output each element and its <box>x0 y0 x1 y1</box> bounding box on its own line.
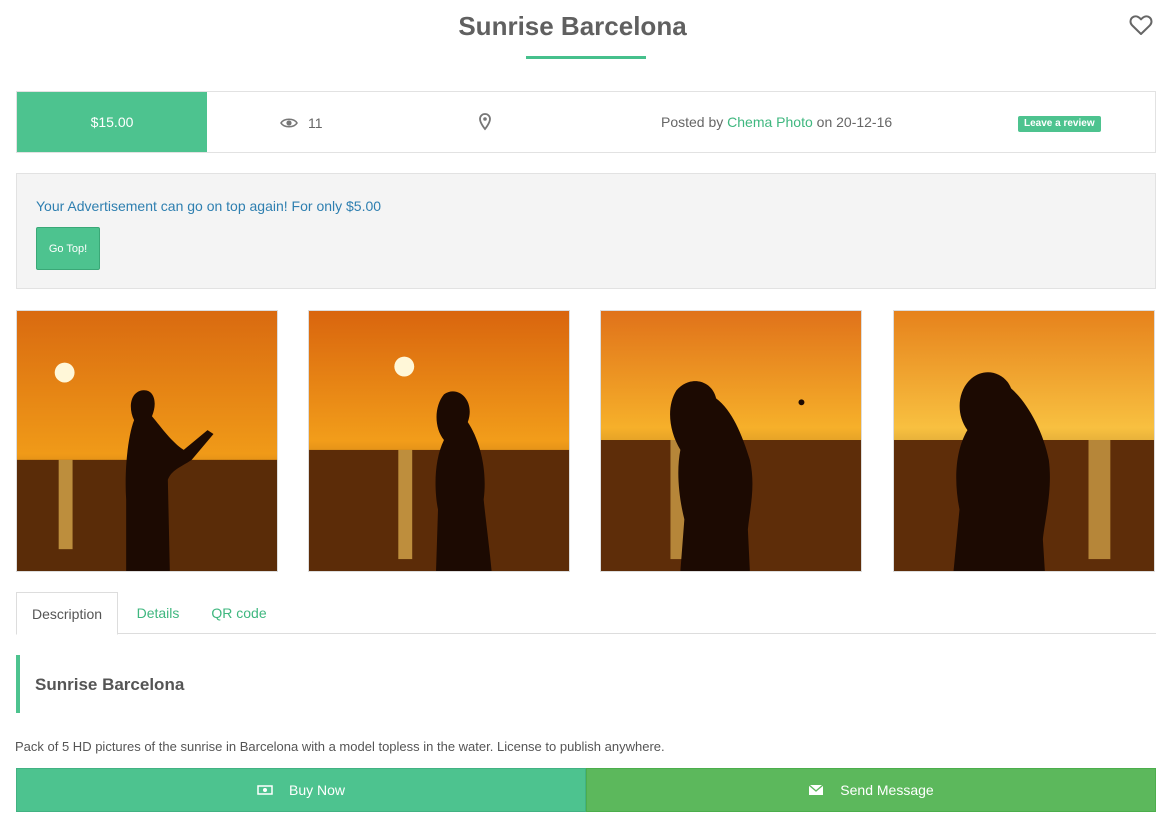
price-badge: $15.00 <box>17 92 207 152</box>
description-heading-block: Sunrise Barcelona <box>16 655 1156 713</box>
title-area: Sunrise Barcelona <box>0 0 1161 70</box>
sunset-silhouette-image <box>17 311 277 571</box>
location-link[interactable] <box>479 113 493 131</box>
views-counter: 11 <box>280 113 323 133</box>
buy-now-button[interactable]: Buy Now <box>16 768 586 812</box>
action-buttons: Buy Now Send Message <box>16 768 1156 812</box>
gallery-image[interactable] <box>893 310 1155 572</box>
description-title: Sunrise Barcelona <box>35 675 185 694</box>
money-icon <box>257 785 273 795</box>
listing-info-bar: $15.00 11 Posted by Chema Photo on 20-12… <box>16 91 1156 153</box>
description-text: Pack of 5 HD pictures of the sunrise in … <box>15 739 665 754</box>
posted-date: on 20-12-16 <box>816 114 893 130</box>
sunset-silhouette-image <box>309 311 569 571</box>
tab-description[interactable]: Description <box>16 592 118 635</box>
title-underline <box>526 56 646 59</box>
author-link[interactable]: Chema Photo <box>727 114 813 130</box>
posted-prefix: Posted by <box>661 114 724 130</box>
promote-panel: Your Advertisement can go on top again! … <box>16 173 1156 289</box>
go-top-button[interactable]: Go Top! <box>36 227 100 270</box>
buy-now-label: Buy Now <box>288 782 346 798</box>
map-pin-icon <box>479 113 491 131</box>
gallery-image[interactable] <box>308 310 570 572</box>
detail-tabs: Description Details QR code <box>16 592 1156 635</box>
heart-outline-icon <box>1129 15 1153 35</box>
envelope-icon <box>808 784 824 795</box>
eye-icon <box>280 118 298 128</box>
sunset-silhouette-image <box>894 311 1154 571</box>
send-message-button[interactable]: Send Message <box>586 768 1156 812</box>
gallery-image[interactable] <box>600 310 862 572</box>
posted-by: Posted by Chema Photo on 20-12-16 <box>661 114 892 130</box>
page-title: Sunrise Barcelona <box>458 11 687 41</box>
sunset-silhouette-image <box>601 311 861 571</box>
gallery-image[interactable] <box>16 310 278 572</box>
views-count: 11 <box>308 115 323 131</box>
tab-details[interactable]: Details <box>124 592 192 634</box>
image-gallery <box>0 310 1161 572</box>
promote-message: Your Advertisement can go on top again! … <box>36 198 382 214</box>
send-message-label: Send Message <box>840 782 934 798</box>
leave-review-button[interactable]: Leave a review <box>1018 116 1101 132</box>
tab-qr-code[interactable]: QR code <box>202 592 276 634</box>
favorite-button[interactable] <box>1129 14 1153 36</box>
